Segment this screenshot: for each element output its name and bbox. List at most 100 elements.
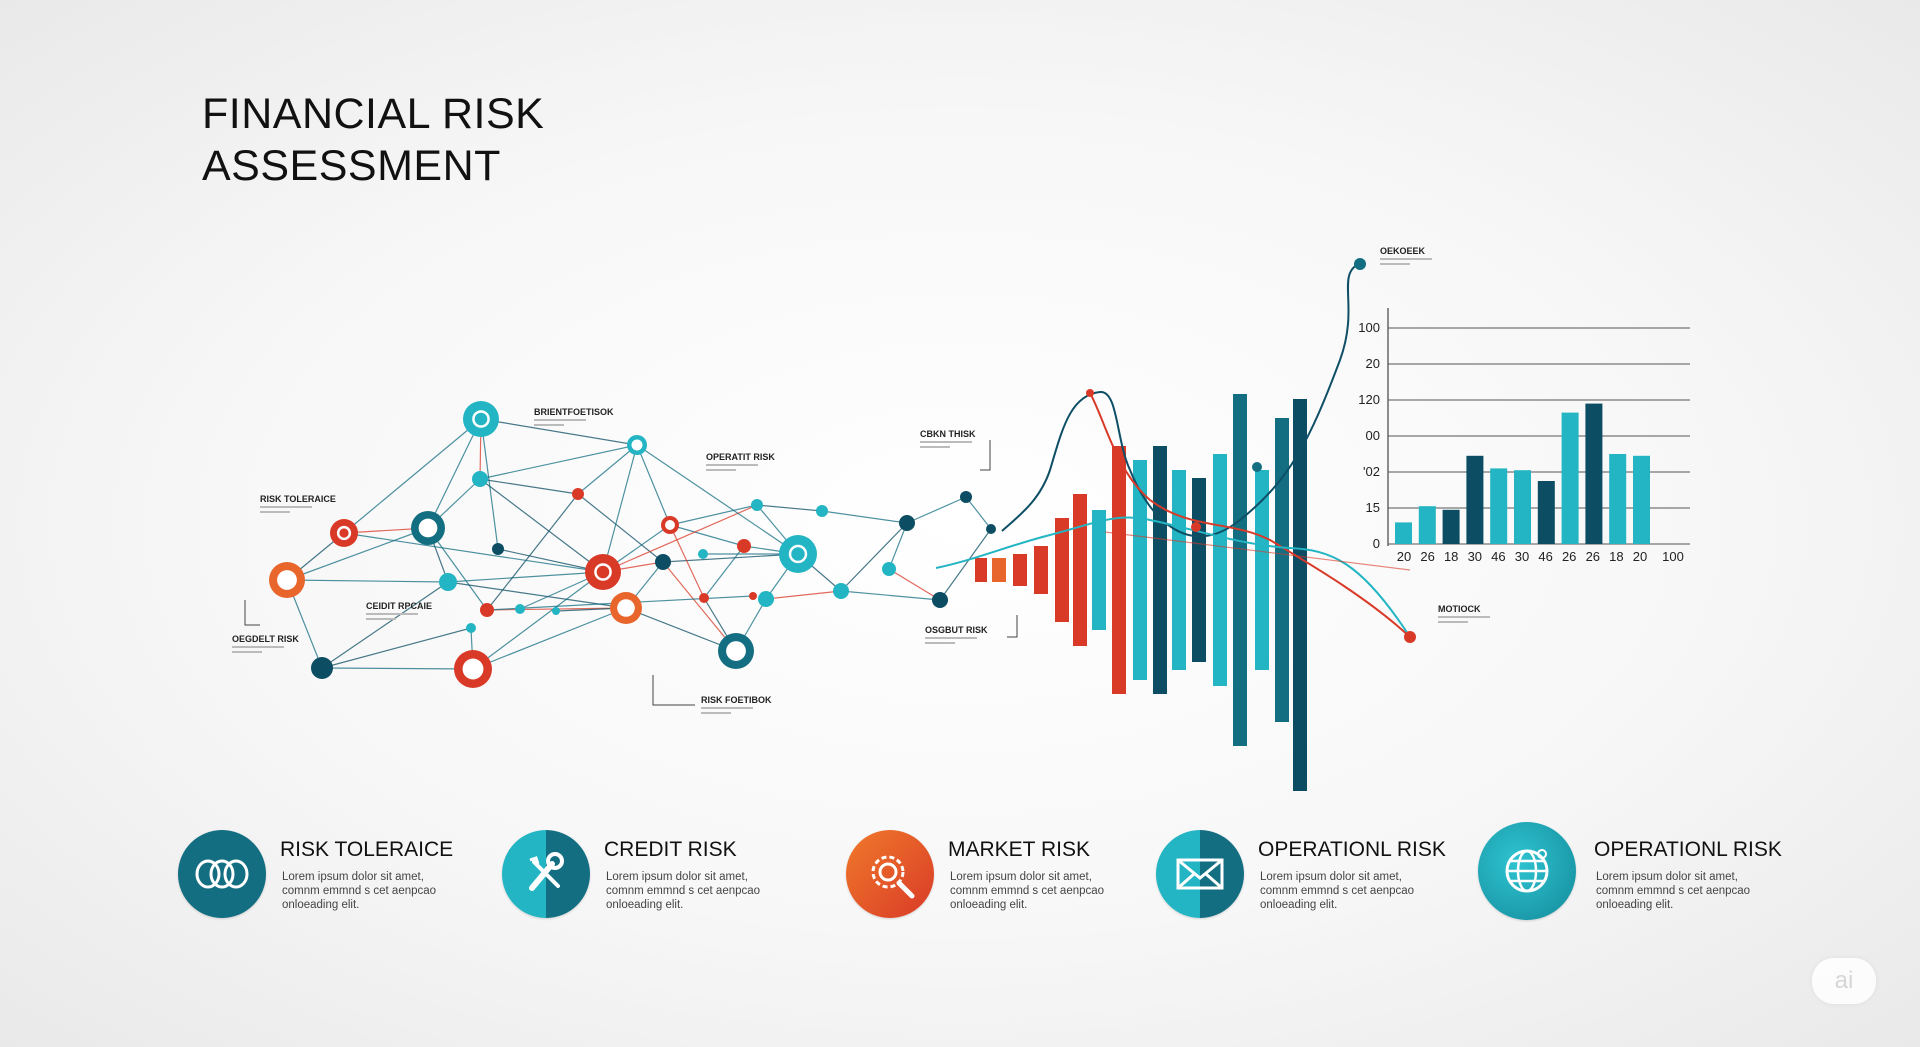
network-edges — [286, 418, 992, 670]
annotation-leader — [652, 675, 695, 706]
annotation-text-line — [1380, 263, 1410, 265]
network-edge — [321, 627, 472, 669]
annotation-text-line — [534, 419, 586, 421]
network-node — [737, 539, 751, 553]
network-node — [779, 535, 817, 573]
network-node — [439, 573, 457, 591]
x-tick-label: 30 — [1468, 549, 1482, 564]
network-node — [751, 499, 763, 511]
category-title: RISK TOLERAICE — [280, 838, 454, 861]
network-node — [816, 505, 828, 517]
trend-point — [1086, 389, 1094, 397]
network-node — [463, 401, 499, 437]
link-chain-icon — [178, 830, 266, 918]
network-node — [960, 491, 972, 503]
network-edge — [479, 444, 638, 480]
network-edge — [479, 478, 579, 495]
network-edge — [343, 418, 482, 534]
annotation-title: MOTIOCK — [1438, 604, 1481, 614]
bar — [1395, 522, 1412, 544]
network-node — [986, 524, 996, 534]
network-edge — [427, 418, 482, 529]
network-edge — [447, 571, 604, 583]
bar — [992, 558, 1006, 582]
network-node-center — [726, 641, 746, 661]
x-tick-label: 26 — [1420, 549, 1434, 564]
category-description: Lorem ipsum dolor sit amet, comnm emmnd … — [606, 871, 761, 911]
y-tick-label: 100 — [1358, 320, 1380, 335]
network-edge — [577, 444, 638, 495]
bar — [1585, 403, 1603, 544]
network-node — [698, 549, 708, 559]
bar-group — [1395, 403, 1650, 544]
annotation-title: OPERATIT RISK — [706, 452, 775, 462]
y-tick-label: 0 — [1373, 536, 1380, 551]
annotation-text-line — [701, 712, 731, 714]
annotation-text-line — [260, 506, 312, 508]
y-tick-label: '02 — [1363, 464, 1380, 479]
network-node-center — [665, 520, 675, 530]
bar — [1213, 454, 1227, 686]
network-node — [311, 657, 333, 679]
network-node — [899, 515, 915, 531]
bar — [1275, 418, 1289, 722]
annotation-title: CBKN THISK — [920, 429, 976, 439]
bar — [1633, 455, 1650, 544]
annotation-leader — [980, 440, 991, 471]
network-edge — [840, 590, 941, 601]
network-node — [480, 603, 494, 617]
bar — [1561, 412, 1579, 544]
category-description: Lorem ipsum dolor sit amet, comnm emmnd … — [950, 871, 1105, 911]
x-tick-label: 18 — [1609, 549, 1623, 564]
network-edge — [480, 418, 638, 446]
bar — [1466, 455, 1484, 544]
network-edge — [906, 496, 967, 524]
category-description: Lorem ipsum dolor sit amet, comnm emmnd … — [282, 871, 437, 911]
network-edge — [636, 444, 671, 526]
network-edge — [321, 667, 474, 670]
annotation-text-line — [260, 511, 290, 513]
annotation-text-line — [1438, 621, 1468, 623]
network-edge — [662, 553, 799, 563]
envelope-icon — [1156, 830, 1244, 918]
annotation-text-line — [534, 424, 564, 426]
annotation-title: OEGDELT RISK — [232, 634, 299, 644]
annotation-text-line — [366, 618, 396, 620]
annotation-leader — [1007, 615, 1018, 638]
network-edge — [286, 579, 449, 583]
network-node — [655, 554, 671, 570]
bar — [1514, 470, 1531, 544]
y-tick-label: 120 — [1358, 392, 1380, 407]
network-node-center — [277, 570, 297, 590]
network-node-center — [631, 439, 643, 451]
network-node — [552, 607, 560, 615]
x-tick-label: 46 — [1491, 549, 1505, 564]
network-node — [882, 562, 896, 576]
x-tick-label: 100 — [1662, 549, 1684, 564]
x-tick-label: 46 — [1538, 549, 1552, 564]
annotation-text-line — [920, 446, 950, 448]
network-node-center — [617, 599, 635, 617]
network-edge — [321, 581, 449, 669]
network-edge — [343, 532, 604, 573]
bar — [1112, 446, 1126, 694]
network-node — [472, 471, 488, 487]
ai-badge: ai — [1812, 958, 1876, 1004]
trend-point — [1252, 462, 1262, 472]
network-edge — [965, 496, 992, 530]
network-edge — [472, 571, 604, 670]
trend-point — [1191, 522, 1201, 532]
bar — [1537, 481, 1555, 544]
network-node — [330, 519, 358, 547]
y-tick-label: 00 — [1366, 428, 1380, 443]
annotation-text-line — [232, 651, 262, 653]
annotation-text-line — [701, 707, 753, 709]
network-edge — [669, 524, 745, 547]
x-tick-label: 18 — [1444, 549, 1458, 564]
bar — [1153, 446, 1167, 694]
annotation-text-line — [1380, 258, 1432, 260]
annotation-title: RISK FOETIBOK — [701, 695, 772, 705]
annotation-title: RISK TOLERAICE — [260, 494, 336, 504]
network-node — [585, 554, 621, 590]
bar — [1013, 554, 1027, 586]
